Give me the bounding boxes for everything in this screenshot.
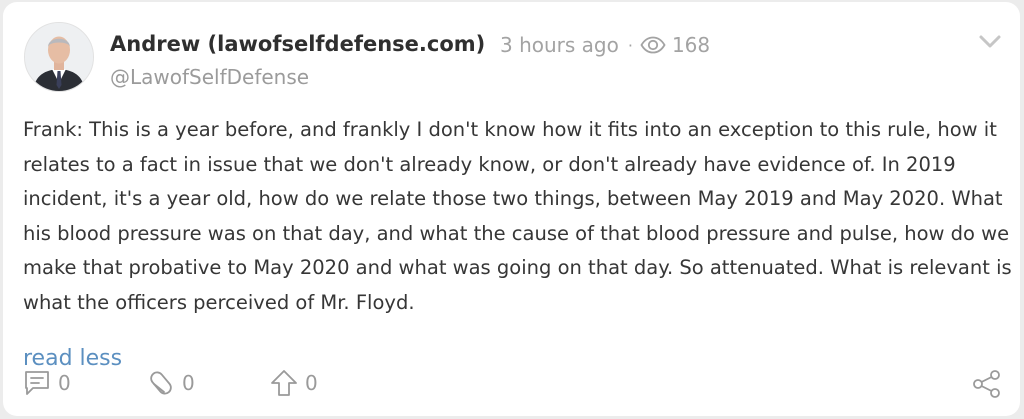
- eye-icon: [640, 36, 666, 54]
- avatar[interactable]: [24, 22, 94, 92]
- repost-icon: [150, 371, 172, 395]
- view-count: 168: [671, 33, 711, 57]
- comment-count: 0: [58, 371, 71, 395]
- upvote-button[interactable]: 0: [269, 368, 318, 398]
- share-icon[interactable]: [971, 368, 1003, 400]
- post-meta: 3 hours ago · 168: [500, 33, 710, 57]
- avatar-image: [25, 23, 93, 91]
- repost-button[interactable]: 0: [146, 368, 195, 398]
- comment-icon: [25, 371, 49, 395]
- chevron-down-icon[interactable]: [977, 32, 1003, 52]
- comment-button[interactable]: 0: [22, 368, 71, 398]
- author-handle[interactable]: @LawofSelfDefense: [110, 65, 309, 89]
- post-body: Frank: This is a year before, and frankl…: [23, 118, 1012, 314]
- timestamp: 3 hours ago: [500, 33, 619, 57]
- upvote-icon: [271, 370, 297, 396]
- post-card: Andrew (lawofselfdefense.com) 3 hours ag…: [3, 2, 1020, 416]
- repost-count: 0: [182, 371, 195, 395]
- meta-separator: ·: [627, 35, 633, 55]
- author-name[interactable]: Andrew (lawofselfdefense.com): [110, 32, 485, 56]
- upvote-count: 0: [305, 371, 318, 395]
